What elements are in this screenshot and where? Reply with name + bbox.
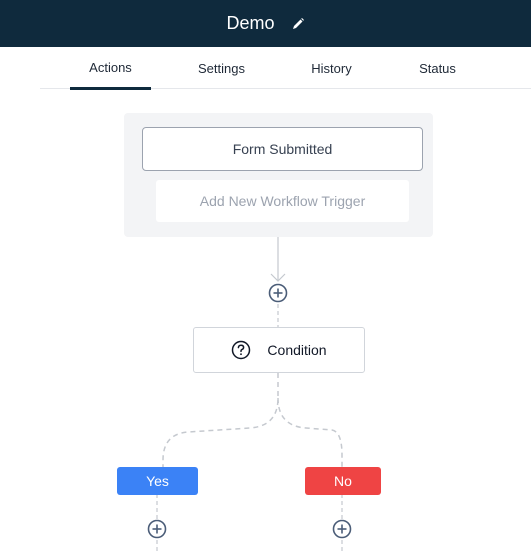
- condition-label: Condition: [267, 342, 327, 358]
- plus-circle-icon[interactable]: [332, 519, 352, 539]
- trigger-form-submitted[interactable]: Form Submitted: [142, 127, 423, 171]
- plus-circle-icon[interactable]: [147, 519, 167, 539]
- add-workflow-trigger-button[interactable]: Add New Workflow Trigger: [156, 180, 409, 222]
- branch-no-button[interactable]: No: [305, 467, 381, 495]
- workflow-connectors: [156, 237, 343, 554]
- branch-yes-button[interactable]: Yes: [117, 467, 198, 495]
- condition-node[interactable]: Condition: [193, 327, 365, 373]
- plus-circle-icon[interactable]: [268, 283, 288, 303]
- question-circle-icon: [231, 340, 251, 360]
